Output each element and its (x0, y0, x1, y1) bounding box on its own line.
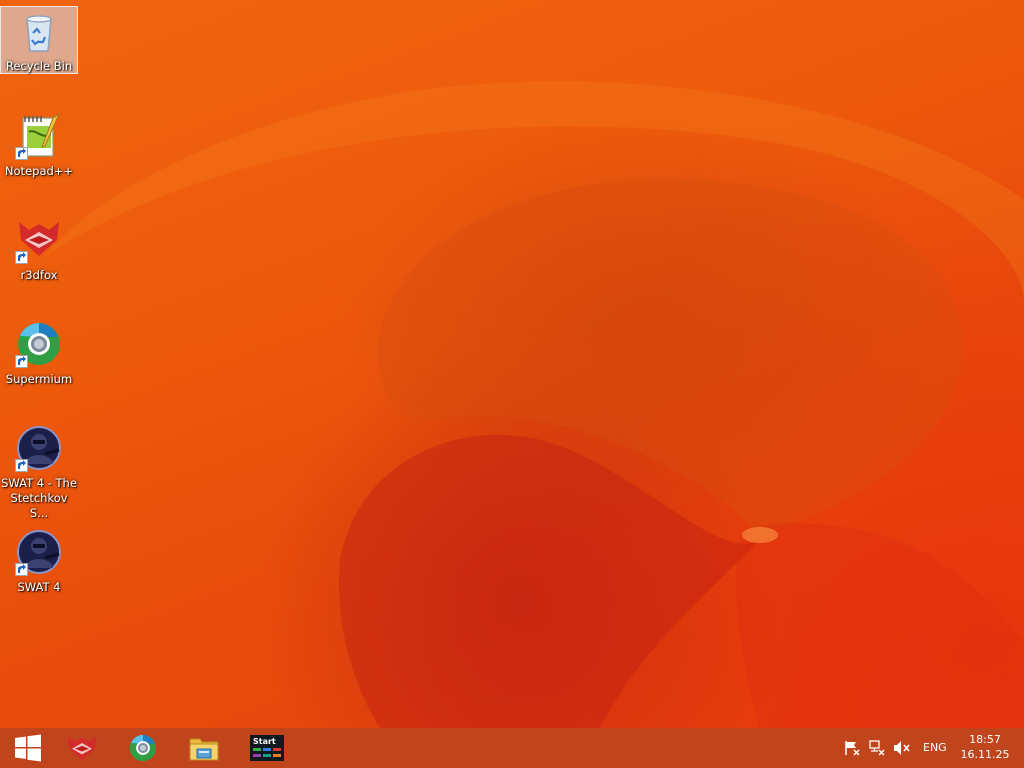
desktop-icon-label: r3dfox (20, 268, 58, 282)
swat4-expansion-icon (15, 424, 63, 472)
language-indicator[interactable]: ENG (923, 741, 947, 754)
recycle-bin-icon (15, 9, 63, 57)
desktop[interactable]: Recycle Bin Notepad++ r3dfox Supermium S… (0, 0, 1024, 728)
desktop-icon-swat4-stetchkov[interactable]: SWAT 4 - The Stetchkov S... (0, 420, 78, 520)
shortcut-arrow-icon (15, 459, 28, 472)
desktop-icon-recycle-bin[interactable]: Recycle Bin (0, 6, 78, 74)
file-explorer-icon (189, 738, 219, 761)
start-menu-app-icon: Start (250, 735, 284, 761)
shortcut-arrow-icon (15, 563, 28, 576)
r3dfox-icon (15, 216, 63, 264)
taskbar-start-app-button[interactable]: Start (239, 728, 295, 768)
supermium-icon (129, 734, 157, 762)
taskbar-r3dfox-button[interactable] (54, 728, 110, 768)
desktop-icon-swat4[interactable]: SWAT 4 (0, 524, 78, 614)
desktop-icon-label: SWAT 4 (17, 580, 61, 594)
wallpaper-swirl (40, 81, 1024, 728)
desktop-icon-label: Recycle Bin (5, 59, 73, 73)
shortcut-arrow-icon (15, 147, 28, 160)
clock-time: 18:57 (969, 733, 1001, 746)
shortcut-arrow-icon (15, 355, 28, 368)
desktop-icon-r3dfox[interactable]: r3dfox (0, 212, 78, 302)
desktop-icon-label: Notepad++ (4, 164, 74, 178)
supermium-icon (15, 320, 63, 368)
shortcut-arrow-icon (15, 251, 28, 264)
network-icon[interactable] (868, 740, 886, 756)
clock-date: 16.11.25 (960, 748, 1010, 761)
r3dfox-icon (67, 735, 97, 761)
desktop-icon-supermium[interactable]: Supermium (0, 316, 78, 406)
start-button[interactable] (0, 728, 56, 768)
start-app-label: Start (253, 737, 276, 746)
swat4-icon (15, 528, 63, 576)
volume-muted-icon[interactable] (893, 740, 911, 756)
action-center-flag-icon[interactable] (843, 740, 861, 756)
taskbar-file-explorer-button[interactable] (176, 728, 232, 768)
clock[interactable]: 18:57 16.11.25 (955, 733, 1015, 761)
desktop-icon-notepad-plus-plus[interactable]: Notepad++ (0, 108, 78, 198)
desktop-icon-label: SWAT 4 - The Stetchkov S... (1, 476, 77, 520)
taskbar: Start ENG 18:57 16.11.25 (0, 728, 1024, 768)
windows-start-icon (15, 734, 41, 762)
notepad-plus-plus-icon (15, 112, 63, 160)
desktop-icon-label: Supermium (5, 372, 73, 386)
taskbar-supermium-button[interactable] (115, 728, 171, 768)
